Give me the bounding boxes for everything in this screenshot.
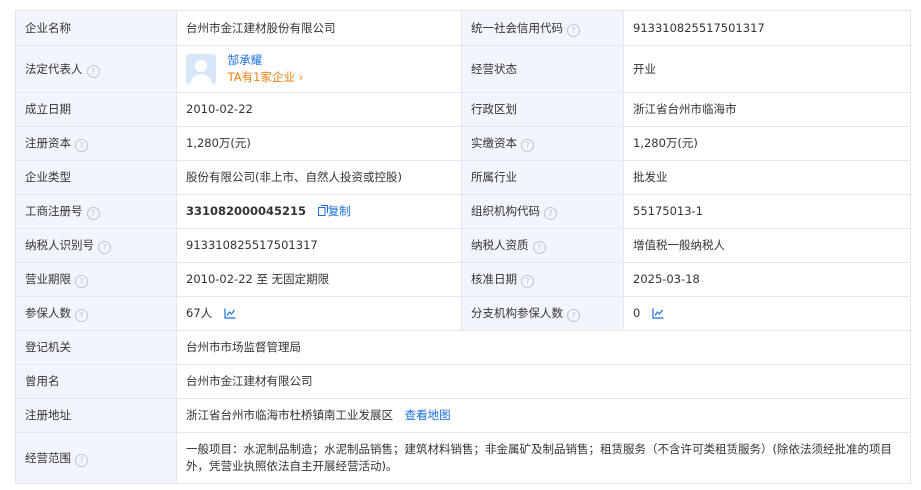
table-row: 企业名称 台州市金江建材股份有限公司 统一社会信用代码? 91331082551… (15, 10, 911, 46)
value-paid-capital: 1,280万(元) (623, 126, 911, 161)
label-insured: 参保人数? (15, 296, 177, 331)
value-authority: 台州市市场监督管理局 (176, 330, 911, 365)
question-circle-icon[interactable]: ? (567, 23, 580, 37)
table-row: 纳税人识别号? 913310825517501317 纳税人资质? 增值税一般纳… (15, 228, 911, 263)
company-info-table: 企业名称 台州市金江建材股份有限公司 统一社会信用代码? 91331082551… (15, 10, 911, 484)
label-taxpayer-id: 纳税人识别号? (15, 228, 177, 263)
copy-button[interactable]: 复制 (317, 204, 351, 218)
question-circle-icon[interactable]: ? (521, 275, 534, 288)
question-circle-icon[interactable]: ? (98, 241, 111, 254)
label-org-code: 组织机构代码? (461, 194, 624, 229)
value-industry: 批发业 (623, 160, 911, 195)
value-company-name: 台州市金江建材股份有限公司 (176, 10, 462, 46)
table-row: 注册资本? 1,280万(元) 实缴资本? 1,280万(元) (15, 126, 911, 161)
line-chart-icon[interactable] (652, 308, 664, 319)
table-row: 营业期限? 2010-02-22 至 无固定期限 核准日期? 2025-03-1… (15, 262, 911, 297)
value-insured: 67人 (176, 296, 462, 331)
label-status: 经营状态 (461, 45, 624, 93)
value-credit-code: 913310825517501317 (623, 10, 911, 46)
value-former-name: 台州市金江建材有限公司 (176, 364, 911, 399)
table-row: 参保人数? 67人 分支机构参保人数? 0 (15, 296, 911, 331)
label-taxpayer-qual: 纳税人资质? (461, 228, 624, 263)
label-company-type: 企业类型 (15, 160, 177, 195)
value-status: 开业 (623, 45, 911, 93)
label-approved: 核准日期? (461, 262, 624, 297)
question-circle-icon[interactable]: ? (86, 207, 100, 220)
label-branch-insured: 分支机构参保人数? (461, 296, 624, 331)
table-row: 注册地址 浙江省台州市临海市杜桥镇南工业发展区 查看地图 (15, 398, 911, 433)
value-reg-no: 331082000045215 复制 (176, 194, 462, 229)
table-row: 企业类型 股份有限公司(非上市、自然人投资或控股) 所属行业 批发业 (15, 160, 911, 195)
value-org-code: 55175013-1 (623, 194, 911, 229)
value-term: 2010-02-22 至 无固定期限 (176, 262, 462, 297)
value-approved: 2025-03-18 (623, 262, 911, 297)
question-circle-icon[interactable]: ? (75, 453, 88, 467)
value-company-type: 股份有限公司(非上市、自然人投资或控股) (176, 160, 462, 195)
chevron-right-icon: › (298, 70, 304, 84)
value-founded: 2010-02-22 (176, 92, 462, 127)
question-circle-icon[interactable]: ? (75, 139, 88, 152)
value-taxpayer-qual: 增值税一般纳税人 (623, 228, 911, 263)
table-row: 登记机关 台州市市场监督管理局 (15, 330, 911, 365)
value-region: 浙江省台州市临海市 (623, 92, 911, 127)
label-former-name: 曾用名 (15, 364, 177, 399)
table-row: 成立日期 2010-02-22 行政区划 浙江省台州市临海市 (15, 92, 911, 127)
question-circle-icon[interactable]: ? (567, 309, 580, 322)
value-legal-rep: 郜承耀 TA有1家企业 › (176, 45, 462, 93)
label-term: 营业期限? (15, 262, 177, 297)
label-reg-no: 工商注册号? (15, 194, 177, 229)
table-row: 工商注册号? 331082000045215 复制 组织机构代码? 551750… (15, 194, 911, 229)
question-circle-icon[interactable]: ? (75, 309, 88, 322)
label-company-name: 企业名称 (15, 10, 177, 46)
value-taxpayer-id: 913310825517501317 (176, 228, 462, 263)
label-region: 行政区划 (461, 92, 624, 127)
value-branch-insured: 0 (623, 296, 911, 331)
label-founded: 成立日期 (15, 92, 177, 127)
table-row: 经营范围? 一般项目：水泥制品制造；水泥制品销售；建筑材料销售；非金属矿及制品销… (15, 432, 911, 484)
label-industry: 所属行业 (461, 160, 624, 195)
label-address: 注册地址 (15, 398, 177, 433)
table-row: 法定代表人? 郜承耀 TA有1家企业 › 经营状态 开业 (15, 45, 911, 93)
label-legal-rep: 法定代表人? (15, 45, 177, 93)
legal-rep-name-link[interactable]: 郜承耀 (228, 52, 304, 69)
label-scope: 经营范围? (15, 432, 177, 484)
label-credit-code: 统一社会信用代码? (461, 10, 624, 46)
copy-icon (317, 205, 328, 216)
line-chart-icon[interactable] (224, 308, 236, 319)
label-paid-capital: 实缴资本? (461, 126, 624, 161)
view-map-link[interactable]: 查看地图 (405, 408, 451, 422)
avatar[interactable] (186, 54, 216, 84)
question-circle-icon[interactable]: ? (532, 241, 546, 254)
value-reg-capital: 1,280万(元) (176, 126, 462, 161)
question-circle-icon[interactable]: ? (75, 275, 88, 288)
question-circle-icon[interactable]: ? (521, 139, 534, 152)
label-reg-capital: 注册资本? (15, 126, 177, 161)
value-scope: 一般项目：水泥制品制造；水泥制品销售；建筑材料销售；非金属矿及制品销售；租赁服务… (176, 432, 911, 484)
legal-rep-companies-link[interactable]: TA有1家企业 › (228, 69, 304, 86)
table-row: 曾用名 台州市金江建材有限公司 (15, 364, 911, 399)
question-circle-icon[interactable]: ? (544, 207, 557, 220)
value-address: 浙江省台州市临海市杜桥镇南工业发展区 查看地图 (176, 398, 911, 433)
label-authority: 登记机关 (15, 330, 177, 365)
question-circle-icon[interactable]: ? (86, 64, 100, 78)
